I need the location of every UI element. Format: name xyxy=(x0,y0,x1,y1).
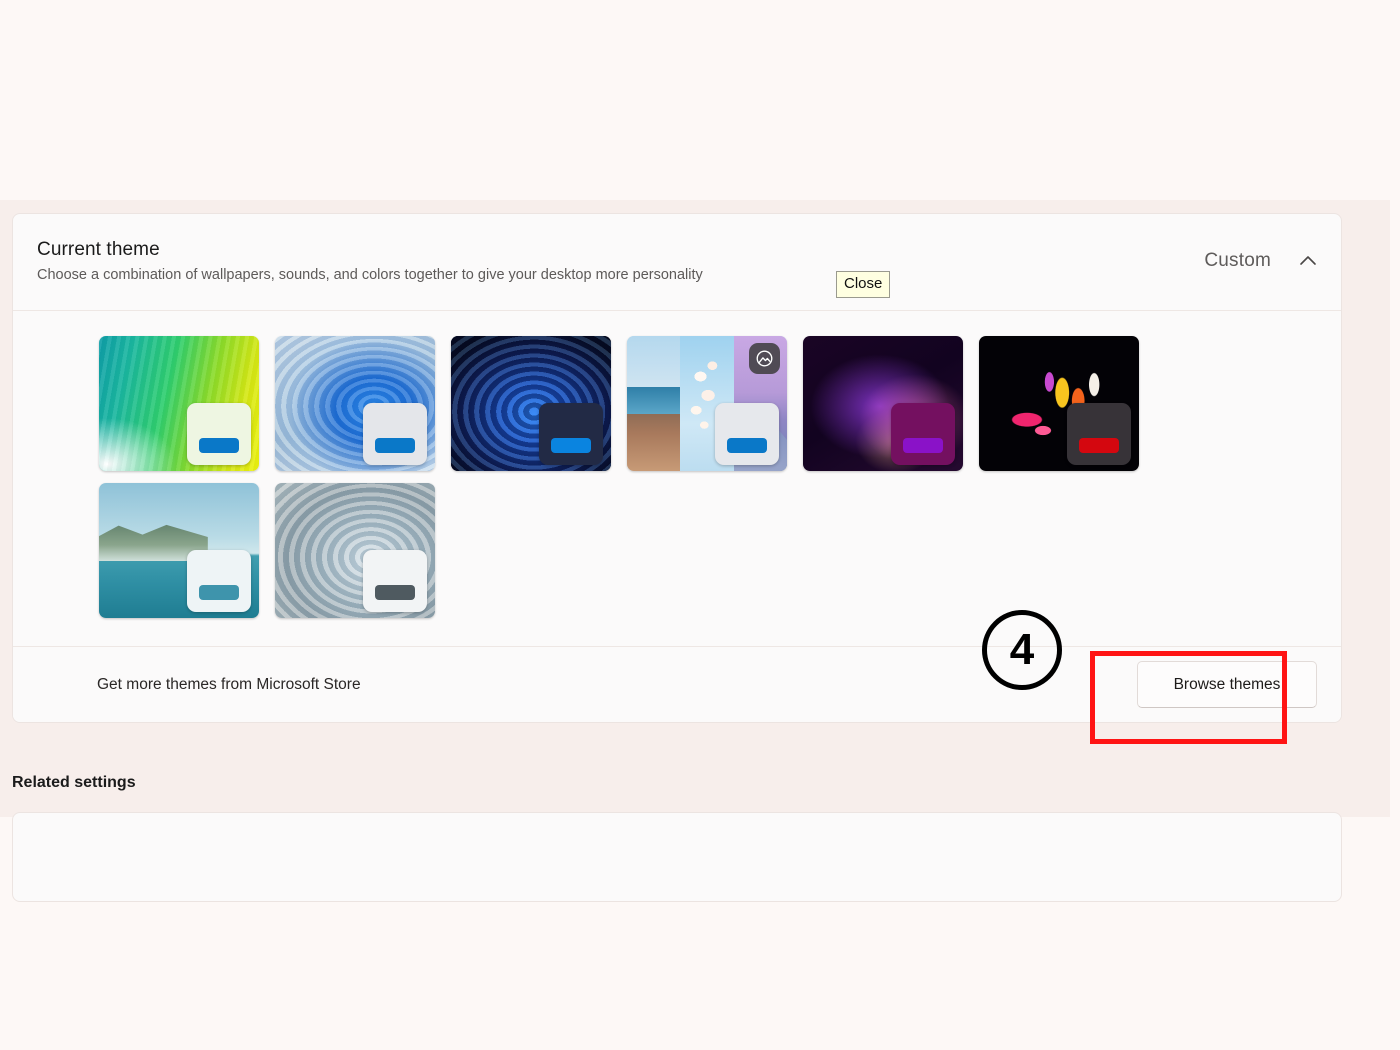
accent-swatch xyxy=(1079,438,1119,453)
accent-swatch xyxy=(903,438,943,453)
theme-thumbnail-area xyxy=(13,311,1341,631)
mini-window-preview xyxy=(363,550,427,612)
slideshow-icon xyxy=(749,343,780,374)
mini-window-preview xyxy=(539,403,603,465)
mini-window-preview xyxy=(363,403,427,465)
theme-thumbnail-6[interactable] xyxy=(979,336,1139,471)
theme-thumbnail-4[interactable] xyxy=(627,336,787,471)
mini-window-preview xyxy=(187,550,251,612)
browse-themes-button[interactable]: Browse themes xyxy=(1137,661,1317,708)
theme-thumbnail-grid xyxy=(99,336,1149,618)
page-title: Current theme xyxy=(37,239,160,260)
accent-swatch xyxy=(551,438,591,453)
current-theme-card: Current theme Choose a combination of wa… xyxy=(12,213,1342,723)
mini-window-preview xyxy=(891,403,955,465)
store-link-label: Get more themes from Microsoft Store xyxy=(97,675,361,693)
theme-card-footer: Get more themes from Microsoft Store Bro… xyxy=(13,646,1341,722)
theme-thumbnail-3[interactable] xyxy=(451,336,611,471)
current-theme-header-right: Custom xyxy=(1204,250,1319,272)
current-theme-description: Choose a combination of wallpapers, soun… xyxy=(37,267,703,283)
accent-swatch xyxy=(199,585,239,600)
close-tooltip: Close xyxy=(836,271,891,298)
theme-thumbnail-8[interactable] xyxy=(275,483,435,618)
mini-window-preview xyxy=(1067,403,1131,465)
theme-thumbnail-7[interactable] xyxy=(99,483,259,618)
chevron-up-icon[interactable] xyxy=(1297,250,1319,272)
accent-swatch xyxy=(375,585,415,600)
theme-thumbnail-1[interactable] xyxy=(99,336,259,471)
related-settings-card[interactable] xyxy=(12,812,1342,902)
theme-thumbnail-2[interactable] xyxy=(275,336,435,471)
scrollbar[interactable] xyxy=(1366,200,1378,817)
accent-swatch xyxy=(727,438,767,453)
accent-swatch xyxy=(375,438,415,453)
theme-thumbnail-5[interactable] xyxy=(803,336,963,471)
current-theme-header[interactable]: Current theme Choose a combination of wa… xyxy=(13,214,1341,311)
step-number-badge: 4 xyxy=(982,610,1062,690)
current-theme-value: Custom xyxy=(1204,250,1271,271)
related-settings-heading: Related settings xyxy=(12,774,136,791)
mini-window-preview xyxy=(187,403,251,465)
accent-swatch xyxy=(199,438,239,453)
slideshow-frame xyxy=(627,336,681,471)
mini-window-preview xyxy=(715,403,779,465)
